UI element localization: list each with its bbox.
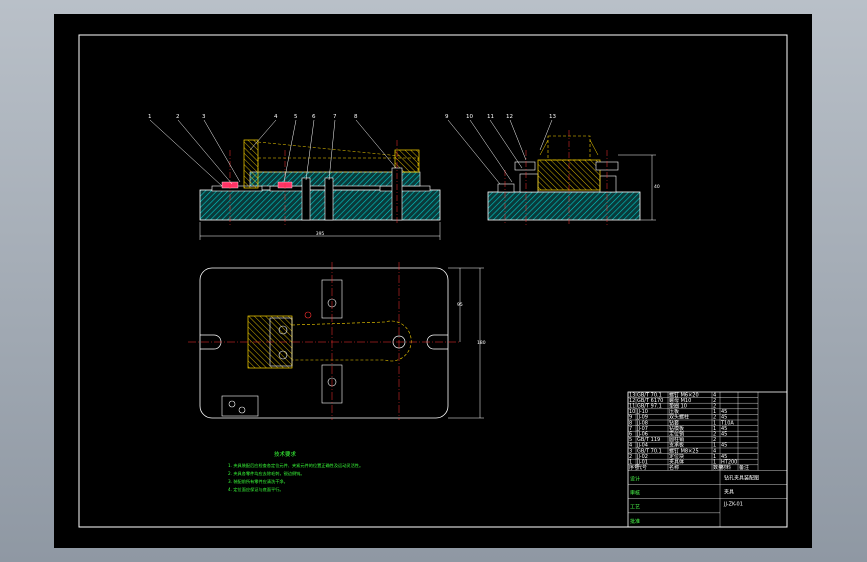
balloon-6: 6 — [312, 114, 316, 120]
parts-header-cell: 代号 — [637, 464, 647, 471]
parts-cell: 45 — [721, 443, 727, 449]
balloon-3: 3 — [202, 114, 206, 120]
top-view: 95 180 — [188, 262, 486, 420]
balloon-10: 10 — [466, 114, 473, 120]
top-base-outline — [199, 267, 449, 419]
title-block: 13 GB/T 70.1 螺钉 M6×20 412 GB/T 6170 螺母 M10 211… — [627, 391, 788, 528]
note-line-3: 3. 装配前所有零件应清洗干净。 — [228, 478, 288, 485]
drawing-number: JJ-ZK-01 — [723, 501, 743, 507]
locating-block — [243, 139, 259, 189]
front-view: 395 — [199, 139, 441, 240]
dim-front-width: 395 — [316, 231, 325, 237]
note-line-4: 4. 定位面应保证与底面平行。 — [228, 486, 284, 493]
drawing-unit: 夹具 — [724, 488, 734, 495]
balloon-2: 2 — [176, 114, 180, 120]
balloon-4: 4 — [274, 114, 278, 120]
side-view: 40 — [487, 130, 660, 225]
title-footer-label: 工艺 — [630, 505, 640, 511]
balloon-11: 11 — [487, 114, 494, 120]
side-base — [487, 191, 641, 221]
balloon-9: 9 — [445, 114, 449, 120]
cad-drawing: 395 1 2 3 4 5 6 7 8 40 9 10 11 12 13 95 … — [78, 34, 788, 528]
parts-cell: 45 — [721, 432, 727, 438]
balloon-12: 12 — [506, 114, 513, 120]
parts-header-cell: 备注 — [739, 464, 749, 471]
balloon-8: 8 — [354, 114, 358, 120]
drawing-name: 钻孔夹具装配图 — [724, 474, 759, 481]
technical-notes: 技术要求 1. 夹具装配后应检查各定位元件、夹紧元件的位置正确性及运动灵活性。 … — [228, 450, 363, 493]
title-footer-label: 审核 — [630, 489, 640, 496]
dim-side-height: 40 — [654, 184, 660, 190]
note-line-2: 2. 夹具各零件均应去除毛刺，锐边倒钝。 — [228, 470, 305, 477]
dim-top-height2: 180 — [477, 340, 486, 346]
balloon-1: 1 — [148, 114, 152, 120]
title-footer-label: 批准 — [630, 518, 640, 525]
base-body — [199, 189, 441, 221]
title-footer-label: 设计 — [630, 475, 640, 482]
note-line-1: 1. 夹具装配后应检查各定位元件、夹紧元件的位置正确性及运动灵活性。 — [228, 462, 363, 469]
dim-top-height: 95 — [457, 302, 463, 308]
balloon-13: 13 — [549, 114, 556, 120]
notes-title: 技术要求 — [274, 450, 297, 458]
parts-header-cell: 名称 — [669, 464, 679, 471]
parts-header-cell: 材料 — [721, 464, 731, 471]
balloon-5: 5 — [294, 114, 298, 120]
balloon-7: 7 — [333, 114, 337, 120]
